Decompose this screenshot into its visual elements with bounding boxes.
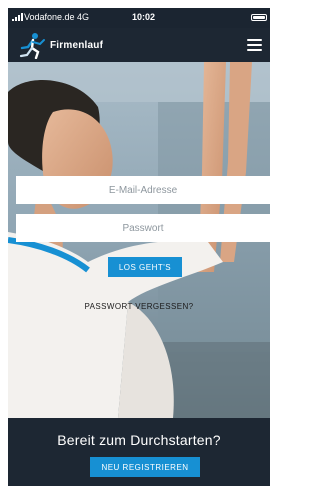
login-button[interactable]: LOS GEHT'S xyxy=(108,257,182,277)
battery-icon xyxy=(251,14,267,21)
brand-name: Firmenlauf xyxy=(50,40,104,51)
hamburger-menu-icon[interactable] xyxy=(247,39,262,51)
app-header: Firmenlauf xyxy=(8,28,270,62)
brand-logo[interactable]: Firmenlauf xyxy=(18,31,108,60)
status-bar: Vodafone.de 4G 10:02 xyxy=(8,8,270,28)
email-field[interactable] xyxy=(16,176,270,204)
app-screen: Vodafone.de 4G 10:02 Firmenlauf E-Mail-A… xyxy=(8,8,270,486)
running-person-icon xyxy=(19,33,45,60)
register-button[interactable]: NEU REGISTRIEREN xyxy=(90,457,200,477)
carrier-label: Vodafone.de 4G xyxy=(24,12,90,22)
password-field[interactable] xyxy=(16,214,270,242)
forgot-password-link[interactable]: PASSWORT VERGESSEN? xyxy=(8,302,270,311)
register-footer: Bereit zum Durchstarten? NEU REGISTRIERE… xyxy=(8,418,270,486)
hero-background: LOS GEHT'S PASSWORT VERGESSEN? xyxy=(8,62,270,418)
cta-heading: Bereit zum Durchstarten? xyxy=(57,432,221,448)
login-form: LOS GEHT'S PASSWORT VERGESSEN? xyxy=(8,62,270,418)
signal-strength-icon xyxy=(12,13,23,21)
clock: 10:02 xyxy=(132,12,156,22)
